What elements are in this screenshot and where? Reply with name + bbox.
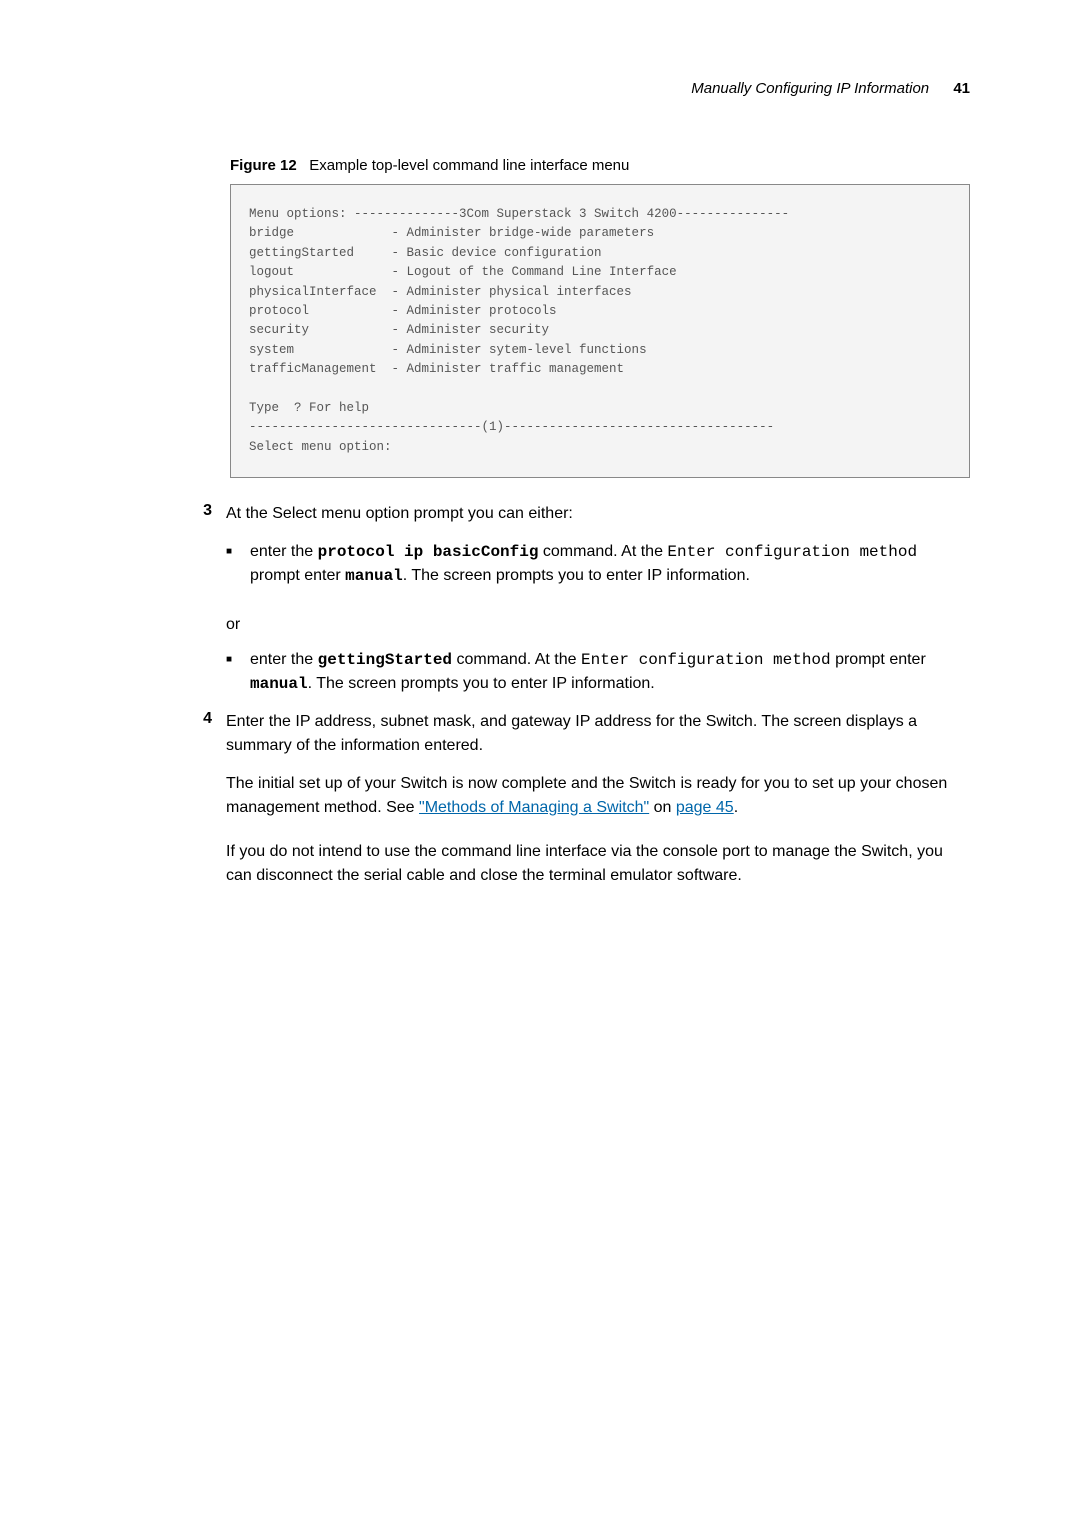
step-3-bullet-1: enter the protocol ip basicConfig comman…	[226, 540, 970, 588]
command-text: manual	[250, 675, 308, 693]
closing-paragraph-2: If you do not intend to use the command …	[226, 840, 970, 888]
command-text: manual	[345, 567, 403, 585]
text-fragment: command. At the	[452, 651, 581, 668]
text-fragment: prompt enter	[250, 567, 345, 584]
text-fragment: command. At the	[538, 543, 667, 560]
step-4-number: 4	[180, 710, 226, 758]
page-number: 41	[953, 80, 970, 97]
text-fragment: .	[734, 799, 738, 816]
text-fragment: on	[649, 799, 676, 816]
step-3: 3 At the Select menu option prompt you c…	[180, 502, 970, 602]
page-header: Manually Configuring IP Information 41	[180, 80, 970, 97]
command-text: gettingStarted	[318, 651, 452, 669]
step-4: 4 Enter the IP address, subnet mask, and…	[180, 710, 970, 758]
or-separator: or	[226, 616, 970, 634]
prompt-text: Enter configuration method	[667, 543, 917, 561]
text-fragment: . The screen prompts you to enter IP inf…	[403, 567, 750, 584]
step-3-number: 3	[180, 502, 226, 602]
command-text: protocol ip basicConfig	[318, 543, 539, 561]
figure-caption: Figure 12 Example top-level command line…	[230, 157, 970, 174]
text-fragment: enter the	[250, 651, 318, 668]
methods-link[interactable]: "Methods of Managing a Switch"	[419, 799, 649, 816]
figure-label: Figure 12	[230, 157, 297, 174]
text-fragment: . The screen prompts you to enter IP inf…	[308, 675, 655, 692]
page-45-link[interactable]: page 45	[676, 799, 734, 816]
prompt-text: Enter configuration method	[581, 651, 831, 669]
cli-example-code: Menu options: --------------3Com Superst…	[230, 184, 970, 478]
header-title: Manually Configuring IP Information	[691, 80, 929, 97]
step-4-text: Enter the IP address, subnet mask, and g…	[226, 710, 970, 758]
closing-paragraph-1: The initial set up of your Switch is now…	[226, 772, 970, 820]
text-fragment: enter the	[250, 543, 318, 560]
step-3-bullet-2: enter the gettingStarted command. At the…	[226, 648, 970, 696]
figure-caption-text: Example top-level command line interface…	[309, 157, 629, 174]
step-3-intro: At the Select menu option prompt you can…	[226, 505, 573, 522]
text-fragment: prompt enter	[831, 651, 926, 668]
